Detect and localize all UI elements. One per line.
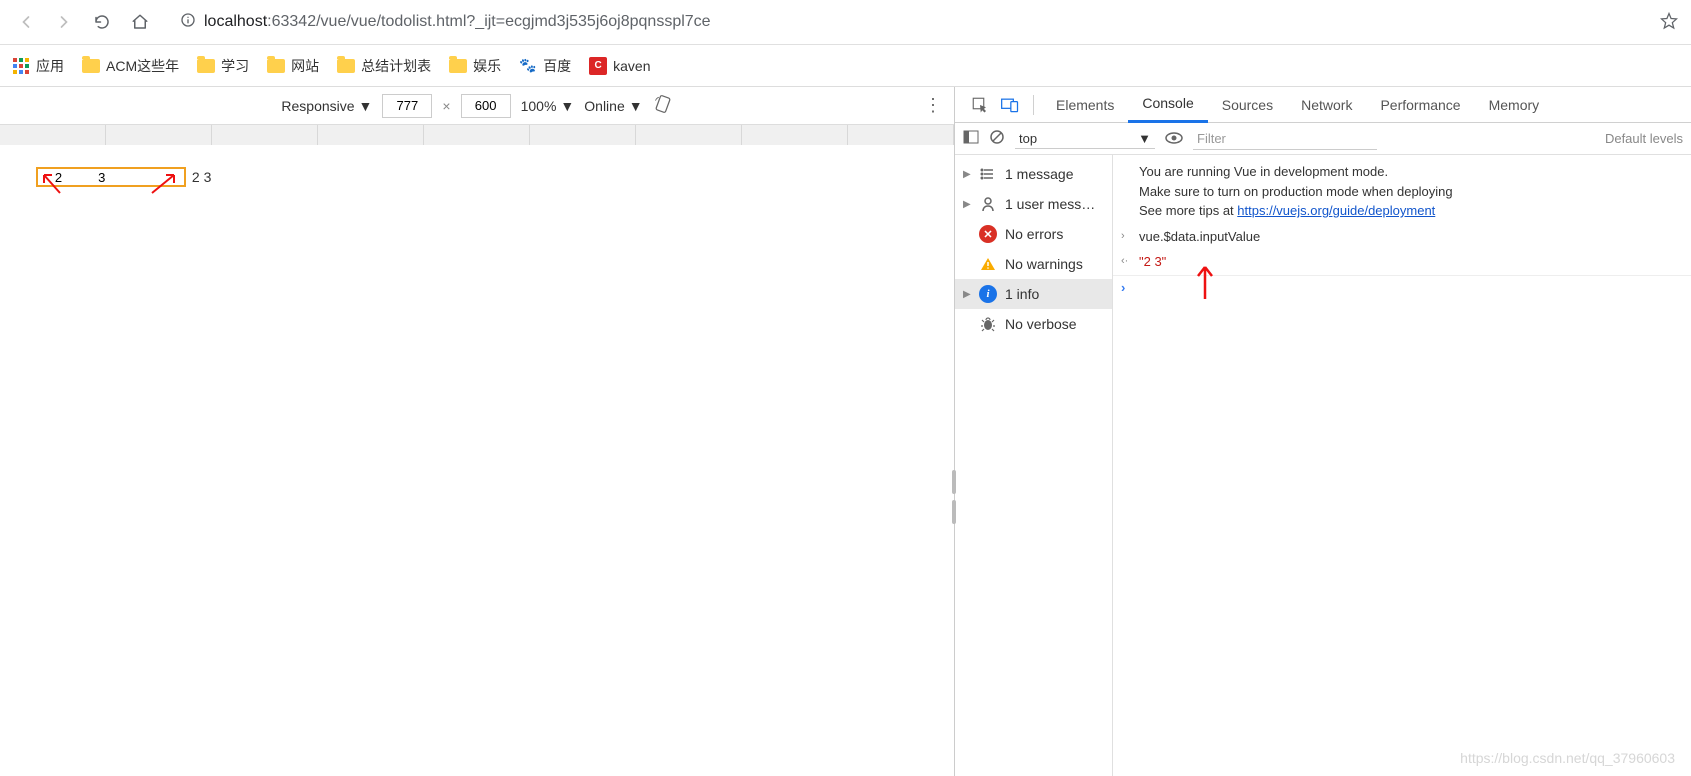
- split-handle[interactable]: [940, 467, 968, 527]
- site-info-icon[interactable]: [180, 12, 196, 33]
- warning-icon: [979, 255, 997, 273]
- rotate-icon[interactable]: [653, 94, 673, 117]
- bookmark-baidu[interactable]: 🐾百度: [519, 56, 571, 76]
- bookmark-star-button[interactable]: [1659, 11, 1679, 34]
- folder-icon: [449, 59, 467, 73]
- page-viewport: 2 3: [0, 159, 918, 187]
- zoom-select[interactable]: 100% ▼: [521, 98, 575, 114]
- log-entry-command: › vue.$data.inputValue: [1113, 224, 1691, 250]
- bug-icon: [979, 315, 997, 333]
- list-icon: [979, 165, 997, 183]
- live-expression-button[interactable]: [1165, 131, 1183, 147]
- back-button[interactable]: [12, 8, 40, 36]
- ruler: [0, 125, 954, 145]
- watermark: https://blog.csdn.net/qq_37960603: [1460, 750, 1675, 766]
- address-bar[interactable]: localhost:63342/vue/vue/todolist.html?_i…: [164, 6, 1641, 38]
- device-toolbar-menu[interactable]: ⋮: [924, 95, 942, 116]
- devtools-tabs: Elements Console Sources Network Perform…: [955, 87, 1691, 123]
- log-entry-result: ‹· "2 3": [1113, 249, 1691, 276]
- sidebar-user-messages[interactable]: ▶ 1 user mess…: [955, 189, 1112, 219]
- tab-elements[interactable]: Elements: [1042, 87, 1128, 123]
- log-entry-info: You are running Vue in development mode.…: [1113, 159, 1691, 224]
- console-filter-input[interactable]: [1193, 128, 1377, 150]
- todo-input[interactable]: [36, 167, 186, 187]
- device-mode-select[interactable]: Responsive ▼: [281, 98, 372, 114]
- folder-icon: [267, 59, 285, 73]
- console-toolbar: top▼ Default levels: [955, 123, 1691, 155]
- network-select[interactable]: Online ▼: [584, 98, 642, 114]
- folder-icon: [337, 59, 355, 73]
- reload-button[interactable]: [88, 8, 116, 36]
- home-button[interactable]: [126, 8, 154, 36]
- sidebar-toggle-button[interactable]: [963, 130, 979, 147]
- console-log: You are running Vue in development mode.…: [1113, 155, 1691, 776]
- bookmark-folder[interactable]: 网站: [267, 56, 319, 76]
- forward-button[interactable]: [50, 8, 78, 36]
- apps-button[interactable]: 应用: [12, 56, 64, 76]
- apps-label: 应用: [36, 56, 64, 76]
- folder-icon: [82, 59, 100, 73]
- tab-console[interactable]: Console: [1128, 87, 1207, 123]
- sidebar-errors[interactable]: ✕ No errors: [955, 219, 1112, 249]
- log-levels-select[interactable]: Default levels: [1605, 131, 1683, 146]
- bookmarks-bar: 应用 ACM这些年 学习 网站 总结计划表 娱乐 🐾百度 Ckaven: [0, 45, 1691, 87]
- folder-icon: [197, 59, 215, 73]
- viewport-width-input[interactable]: [382, 94, 432, 118]
- user-icon: [979, 195, 997, 213]
- sidebar-verbose[interactable]: No verbose: [955, 309, 1112, 339]
- bookmark-folder[interactable]: ACM这些年: [82, 56, 179, 76]
- console-prompt[interactable]: ›: [1113, 276, 1691, 282]
- tab-sources[interactable]: Sources: [1208, 87, 1287, 123]
- todo-output-text: 2 3: [192, 169, 211, 185]
- devtools-pane: Elements Console Sources Network Perform…: [955, 87, 1691, 776]
- baidu-icon: 🐾: [519, 57, 537, 75]
- apps-icon: [12, 57, 30, 75]
- tab-performance[interactable]: Performance: [1366, 87, 1474, 123]
- dimension-x: ×: [442, 98, 450, 114]
- context-select[interactable]: top▼: [1015, 129, 1155, 149]
- bookmark-folder[interactable]: 娱乐: [449, 56, 501, 76]
- sidebar-messages[interactable]: ▶ 1 message: [955, 159, 1112, 189]
- error-icon: ✕: [979, 225, 997, 243]
- tab-network[interactable]: Network: [1287, 87, 1366, 123]
- browser-toolbar: localhost:63342/vue/vue/todolist.html?_i…: [0, 0, 1691, 45]
- url-text: localhost:63342/vue/vue/todolist.html?_i…: [204, 13, 711, 31]
- vue-deployment-link[interactable]: https://vuejs.org/guide/deployment: [1237, 203, 1435, 218]
- info-icon: i: [979, 285, 997, 303]
- device-toolbar: Responsive ▼ × 100% ▼ Online ▼ ⋮: [0, 87, 954, 125]
- bookmark-folder[interactable]: 总结计划表: [337, 56, 431, 76]
- inspect-element-button[interactable]: [965, 90, 995, 120]
- device-mode-pane: Responsive ▼ × 100% ▼ Online ▼ ⋮ 2 3: [0, 87, 955, 776]
- toggle-device-toolbar-button[interactable]: [995, 90, 1025, 120]
- console-sidebar: ▶ 1 message ▶ 1 user mess… ✕ No errors: [955, 155, 1113, 776]
- clear-console-button[interactable]: [989, 129, 1005, 148]
- bookmark-kaven[interactable]: Ckaven: [589, 57, 650, 75]
- tab-memory[interactable]: Memory: [1475, 87, 1554, 123]
- csdn-icon: C: [589, 57, 607, 75]
- viewport-height-input[interactable]: [461, 94, 511, 118]
- bookmark-folder[interactable]: 学习: [197, 56, 249, 76]
- sidebar-warnings[interactable]: No warnings: [955, 249, 1112, 279]
- sidebar-info[interactable]: ▶ i 1 info: [955, 279, 1112, 309]
